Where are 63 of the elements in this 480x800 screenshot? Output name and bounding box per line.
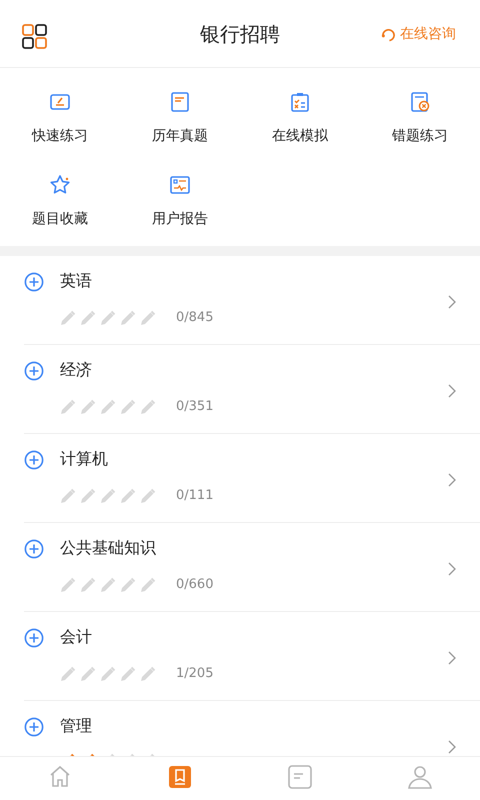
pencil-icon (100, 310, 116, 326)
subject-row[interactable]: 经济 0/351 (24, 345, 480, 434)
chevron-icon (448, 473, 456, 487)
pencil-icon (80, 398, 96, 415)
chevron-icon (448, 562, 456, 576)
headset-icon (381, 27, 396, 42)
chevron-icon (448, 295, 456, 309)
book-icon (168, 90, 192, 114)
pencil-icon (60, 488, 76, 504)
shortcut-button[interactable]: 在线模拟 (240, 90, 360, 147)
pencil-icon (60, 666, 76, 682)
bookmark-icon (166, 763, 194, 791)
progress-count: 0/845 (176, 309, 214, 327)
pencil-icon (140, 310, 156, 326)
pencil-icon (80, 576, 96, 593)
grid-menu-icon[interactable] (22, 24, 47, 49)
subject-name: 计算机 (60, 448, 109, 470)
pencil-icon (100, 576, 116, 593)
progress-count: 0/660 (176, 576, 214, 594)
pencil-icon (100, 398, 116, 415)
subject-row[interactable]: 英语 0/845 (24, 256, 480, 345)
pencil-icon (60, 310, 76, 326)
subject-row[interactable]: 公共基础知识 0/660 (24, 523, 480, 612)
subject-row[interactable]: 会计 1/205 (24, 612, 480, 701)
chart-card-icon (168, 173, 192, 197)
progress-count: 0/111 (176, 487, 214, 505)
pencil-icon (80, 666, 96, 682)
pencil-icon (100, 488, 116, 504)
pencil-icon (120, 398, 136, 415)
subject-name: 公共基础知识 (60, 537, 157, 559)
chevron-icon (448, 740, 456, 754)
subject-name: 经济 (60, 359, 93, 381)
document-icon (286, 763, 314, 791)
shortcut-button[interactable]: 题目收藏 (0, 173, 120, 230)
pencil-icon (120, 488, 136, 504)
subject-row[interactable]: 计算机 0/111 (24, 434, 480, 523)
progress-count: 1/205 (176, 665, 214, 683)
pencil-icon (120, 310, 136, 326)
pencil-icon (60, 398, 76, 415)
page-title: 银行招聘 (200, 20, 280, 48)
subject-name: 管理 (60, 715, 93, 737)
pencil-icon (140, 576, 156, 593)
pencil-icon (120, 666, 136, 682)
pencil-icon (140, 398, 156, 415)
pencil-icon (120, 576, 136, 593)
subject-name: 英语 (60, 270, 93, 292)
shortcut-button[interactable]: 快速练习 (0, 90, 120, 147)
chevron-icon (448, 651, 456, 665)
pencil-icon (80, 310, 96, 326)
error-note-icon (408, 90, 432, 114)
shortcut-button[interactable]: 历年真题 (120, 90, 240, 147)
chevron-icon (448, 384, 456, 398)
shortcut-button[interactable]: 用户报告 (120, 173, 240, 230)
checklist-icon (288, 90, 312, 114)
pencil-icon (80, 488, 96, 504)
subject-name: 会计 (60, 626, 93, 648)
shortcut-button[interactable]: 错题练习 (360, 90, 480, 147)
progress-count: 0/351 (176, 398, 214, 416)
pencil-icon (140, 666, 156, 682)
pencil-icon (140, 488, 156, 504)
pencil-icon (60, 576, 76, 593)
user-icon (406, 763, 434, 791)
pencil-icon (100, 666, 116, 682)
